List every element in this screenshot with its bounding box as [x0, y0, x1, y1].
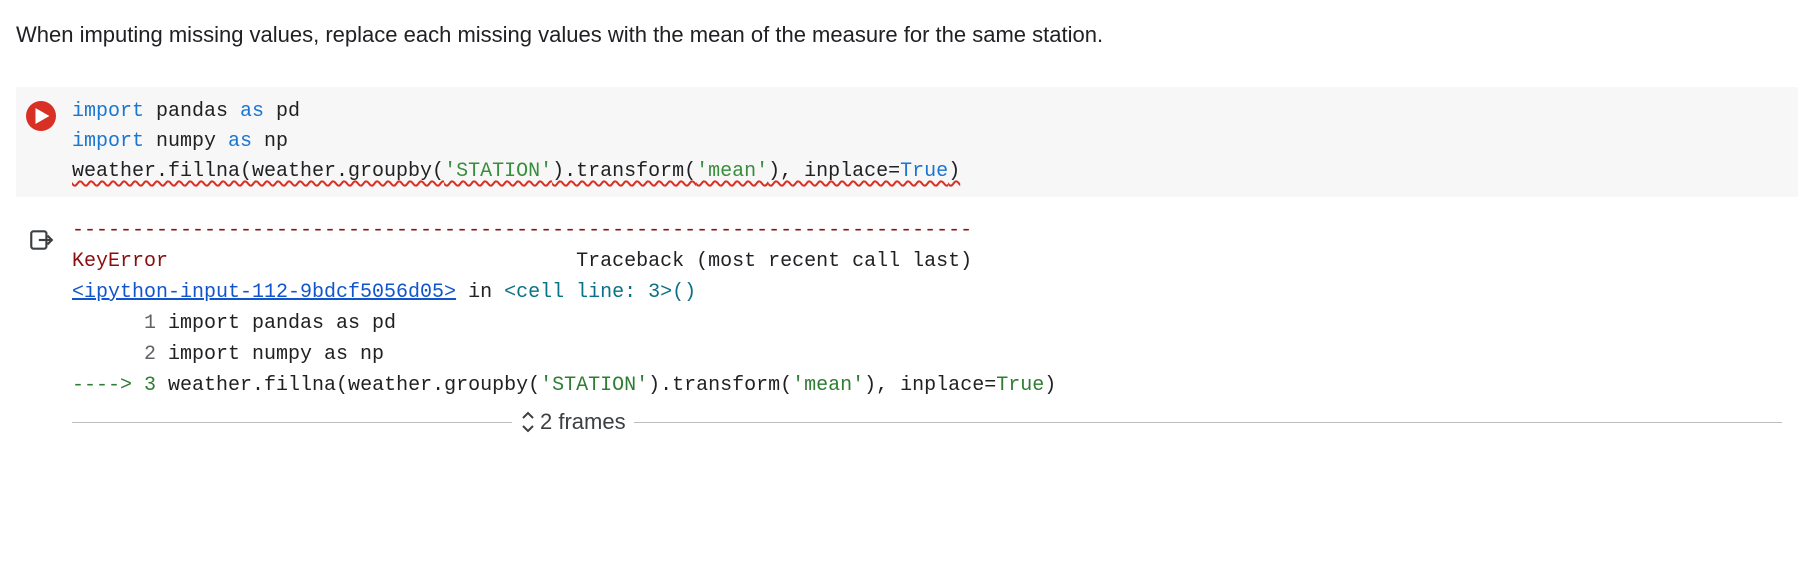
code-token: weather.fillna(weather.groupby(: [72, 160, 444, 183]
traceback-separator: ----------------------------------------…: [72, 219, 972, 242]
divider-line: [634, 422, 1782, 423]
tb-in: in: [456, 281, 504, 304]
code-token: 'mean': [696, 160, 768, 183]
code-token: ).transform(: [552, 160, 696, 183]
code-token: pd: [264, 100, 300, 123]
divider-line: [72, 422, 512, 423]
traceback-output: ----------------------------------------…: [72, 215, 1056, 401]
expand-icon: [520, 411, 536, 433]
markdown-text: When imputing missing values, replace ea…: [16, 18, 1798, 51]
output-arrow-icon: [28, 227, 54, 253]
lineno: 3: [144, 374, 168, 397]
tb-code: ).transform(: [648, 374, 792, 397]
output-cell: ----------------------------------------…: [16, 215, 1798, 401]
code-token: import: [72, 100, 144, 123]
error-name: KeyError: [72, 250, 168, 273]
tb-spacer: [168, 250, 576, 273]
tb-code: 'mean': [792, 374, 864, 397]
play-icon: [35, 108, 49, 124]
lineno: 2: [72, 343, 168, 366]
tb-paren: (): [672, 281, 696, 304]
tb-code: ), inplace=: [864, 374, 996, 397]
code-token: pandas: [144, 100, 240, 123]
code-token: as: [228, 130, 252, 153]
code-token: True: [900, 160, 948, 183]
frames-toggle[interactable]: 2 frames: [520, 409, 626, 435]
tb-code: ): [1044, 374, 1056, 397]
tb-code: import pandas as pd: [168, 312, 396, 335]
tb-code: import numpy as np: [168, 343, 384, 366]
code-token: ), inplace=: [768, 160, 900, 183]
traceback-label: Traceback (most recent call last): [576, 250, 972, 273]
code-token: 'STATION': [444, 160, 552, 183]
code-token: import: [72, 130, 144, 153]
code-token: np: [252, 130, 288, 153]
tb-code: 'STATION': [540, 374, 648, 397]
code-token: as: [240, 100, 264, 123]
code-input[interactable]: import pandas as pd import numpy as np w…: [72, 97, 960, 187]
frames-label: 2 frames: [540, 409, 626, 435]
traceback-ref-link[interactable]: <ipython-input-112-9bdcf5056d05>: [72, 281, 456, 304]
tb-code: True: [996, 374, 1044, 397]
tb-code: weather.fillna(weather.groupby(: [168, 374, 540, 397]
frames-divider: 2 frames: [16, 409, 1798, 435]
lineno: 1: [72, 312, 168, 335]
code-token: numpy: [144, 130, 228, 153]
run-error-button[interactable]: [26, 101, 56, 131]
error-arrow: ---->: [72, 374, 144, 397]
tb-location: <cell line: 3>: [504, 281, 672, 304]
code-token: ): [948, 160, 960, 183]
output-indicator-icon[interactable]: [26, 225, 56, 255]
code-cell: import pandas as pd import numpy as np w…: [16, 87, 1798, 197]
